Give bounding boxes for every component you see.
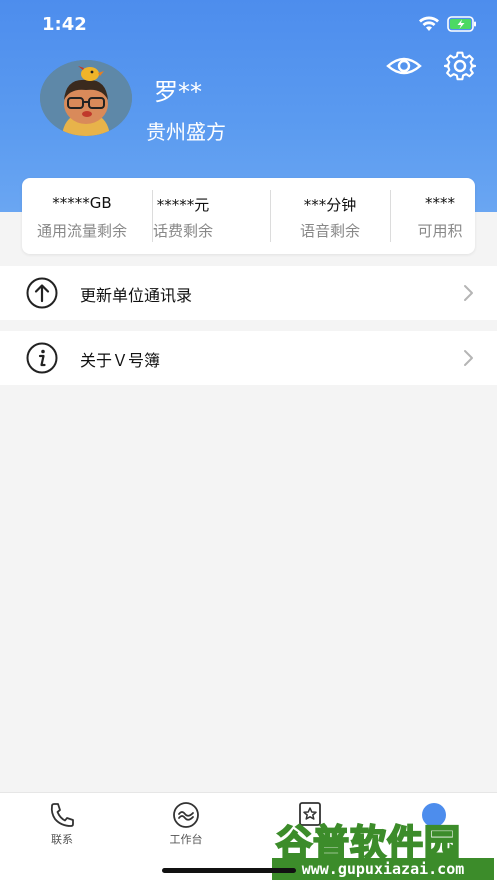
chevron-right-icon [464,285,473,301]
stat-balance-remaining[interactable]: *****元 话费剩余 [123,178,243,254]
menu-item-about[interactable]: 关于Ｖ号簿 [0,331,497,385]
stat-value: ***分钟 [303,196,357,214]
balance-stats-card: *****GB 通用流量剩余 *****元 话费剩余 ***分钟 语音剩余 **… [22,178,475,254]
upload-arrow-icon [26,277,58,309]
stat-points-available[interactable]: **** 可用积 [380,178,475,254]
stat-label: 话费剩余 [152,222,213,240]
status-time: 1:42 [42,14,87,35]
chevron-right-icon [464,350,473,366]
tab-workbench[interactable]: 工作台 [136,793,236,853]
stat-label: 可用积 [417,222,463,240]
menu-label: 关于Ｖ号簿 [80,351,161,370]
wifi-icon [419,16,439,31]
workbench-icon [173,802,199,828]
avatar-cartoon-icon [40,60,132,136]
tab-label: 工作台 [169,833,203,846]
stat-voice-remaining[interactable]: ***分钟 语音剩余 [270,178,390,254]
home-indicator [162,868,296,873]
menu-label: 更新单位通讯录 [80,286,193,305]
eye-icon[interactable] [386,52,422,80]
avatar[interactable] [40,60,132,136]
info-icon [26,342,58,374]
user-name: 罗** [154,78,202,106]
phone-icon [50,803,74,827]
tab-contacts[interactable]: 联系 [12,793,112,853]
battery-charging-icon [447,16,476,32]
menu-item-update-directory[interactable]: 更新单位通讯录 [0,266,497,320]
company-name: 贵州盛方 [146,120,226,144]
watermark: 谷普软件园 www.gupuxiazai.com [272,812,494,880]
gear-icon[interactable] [444,50,476,82]
status-bar: 1:42 [0,0,497,50]
stat-value: *****元 [156,196,210,214]
watermark-url: www.gupuxiazai.com [272,858,494,880]
stat-value: **** [425,194,455,212]
tab-label: 联系 [51,833,73,846]
stat-label: 语音剩余 [299,222,360,240]
